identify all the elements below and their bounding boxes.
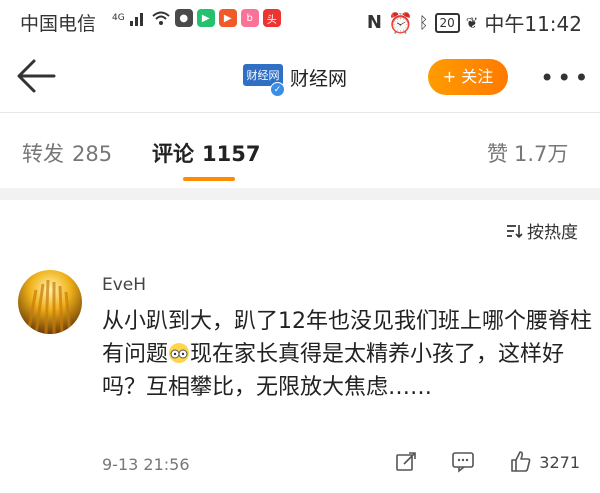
tab-count: 1.7万 (514, 142, 569, 166)
emoji-icon (169, 343, 190, 363)
status-bar: 中国电信 4G ● ▶ ▶ b 头 N ⏰ ᛒ 20 ❦ 中午11:42 (0, 0, 600, 40)
share-button[interactable] (395, 451, 417, 473)
avatar[interactable] (18, 270, 82, 334)
nav-bar: 财经网 ✓ 财经网 + 关注 ••• (0, 42, 600, 110)
comment-text: 从小趴到大，趴了12年也没见我们班上哪个腰脊柱有问题 现在家长真得是太精养小孩了，… (102, 305, 592, 404)
tab-label: 评论 (152, 142, 194, 166)
tab-likes[interactable]: 赞 1.7万 (487, 138, 568, 168)
clock-time: 中午11:42 (484, 12, 582, 36)
comment-actions: 3271 (395, 450, 580, 474)
tab-label: 赞 (487, 142, 508, 166)
follow-button[interactable]: + 关注 (428, 59, 508, 95)
tab-count: 285 (72, 142, 113, 166)
share-icon (396, 452, 417, 471)
bluetooth-icon: ᛒ (418, 13, 429, 32)
wechat-icon: ● (174, 9, 193, 27)
signal-icon (129, 13, 143, 26)
reply-button[interactable] (451, 451, 475, 473)
sort-icon (507, 224, 523, 238)
status-right: N ⏰ ᛒ 20 ❦ 中午11:42 (367, 8, 582, 37)
sort-label: 按热度 (527, 223, 578, 243)
nfc-icon: N (366, 12, 382, 33)
tab-reposts[interactable]: 转发 285 (22, 138, 112, 168)
tab-label: 转发 (22, 142, 64, 166)
video-app-icon: ▶ (196, 9, 215, 27)
comment-timestamp: 9-13 21:56 (102, 455, 190, 474)
more-icon[interactable]: ••• (540, 64, 591, 92)
like-button[interactable]: 3271 (509, 450, 580, 474)
back-arrow-icon (17, 59, 56, 93)
back-button[interactable] (12, 52, 60, 100)
like-count: 3271 (539, 452, 580, 472)
network-type: 4G (112, 13, 125, 23)
media-app-icon: ▶ (218, 9, 237, 27)
divider (0, 112, 600, 113)
like-icon (511, 451, 531, 472)
avatar-image (18, 270, 82, 334)
section-separator (0, 188, 600, 200)
alarm-icon: ⏰ (387, 10, 413, 35)
tab-comments[interactable]: 评论 1157 (152, 138, 260, 168)
status-icons: 4G ● ▶ ▶ b 头 (112, 9, 281, 27)
bilibili-icon: b (240, 9, 259, 27)
comment-username[interactable]: EveH (102, 275, 146, 295)
tab-count: 1157 (202, 142, 261, 166)
comment-icon (452, 452, 475, 473)
account-name[interactable]: 财经网 (290, 64, 347, 91)
verified-icon: ✓ (270, 82, 285, 97)
sort-button[interactable]: 按热度 (505, 218, 578, 243)
carrier-name: 中国电信 (20, 13, 97, 35)
tab-bar: 转发 285 评论 1157 赞 1.7万 (0, 123, 600, 183)
active-tab-indicator (183, 177, 235, 181)
battery-level: 20 (434, 12, 460, 33)
wifi-icon (152, 11, 170, 25)
leaf-icon: ❦ (465, 13, 479, 32)
toutiao-icon: 头 (262, 9, 281, 27)
